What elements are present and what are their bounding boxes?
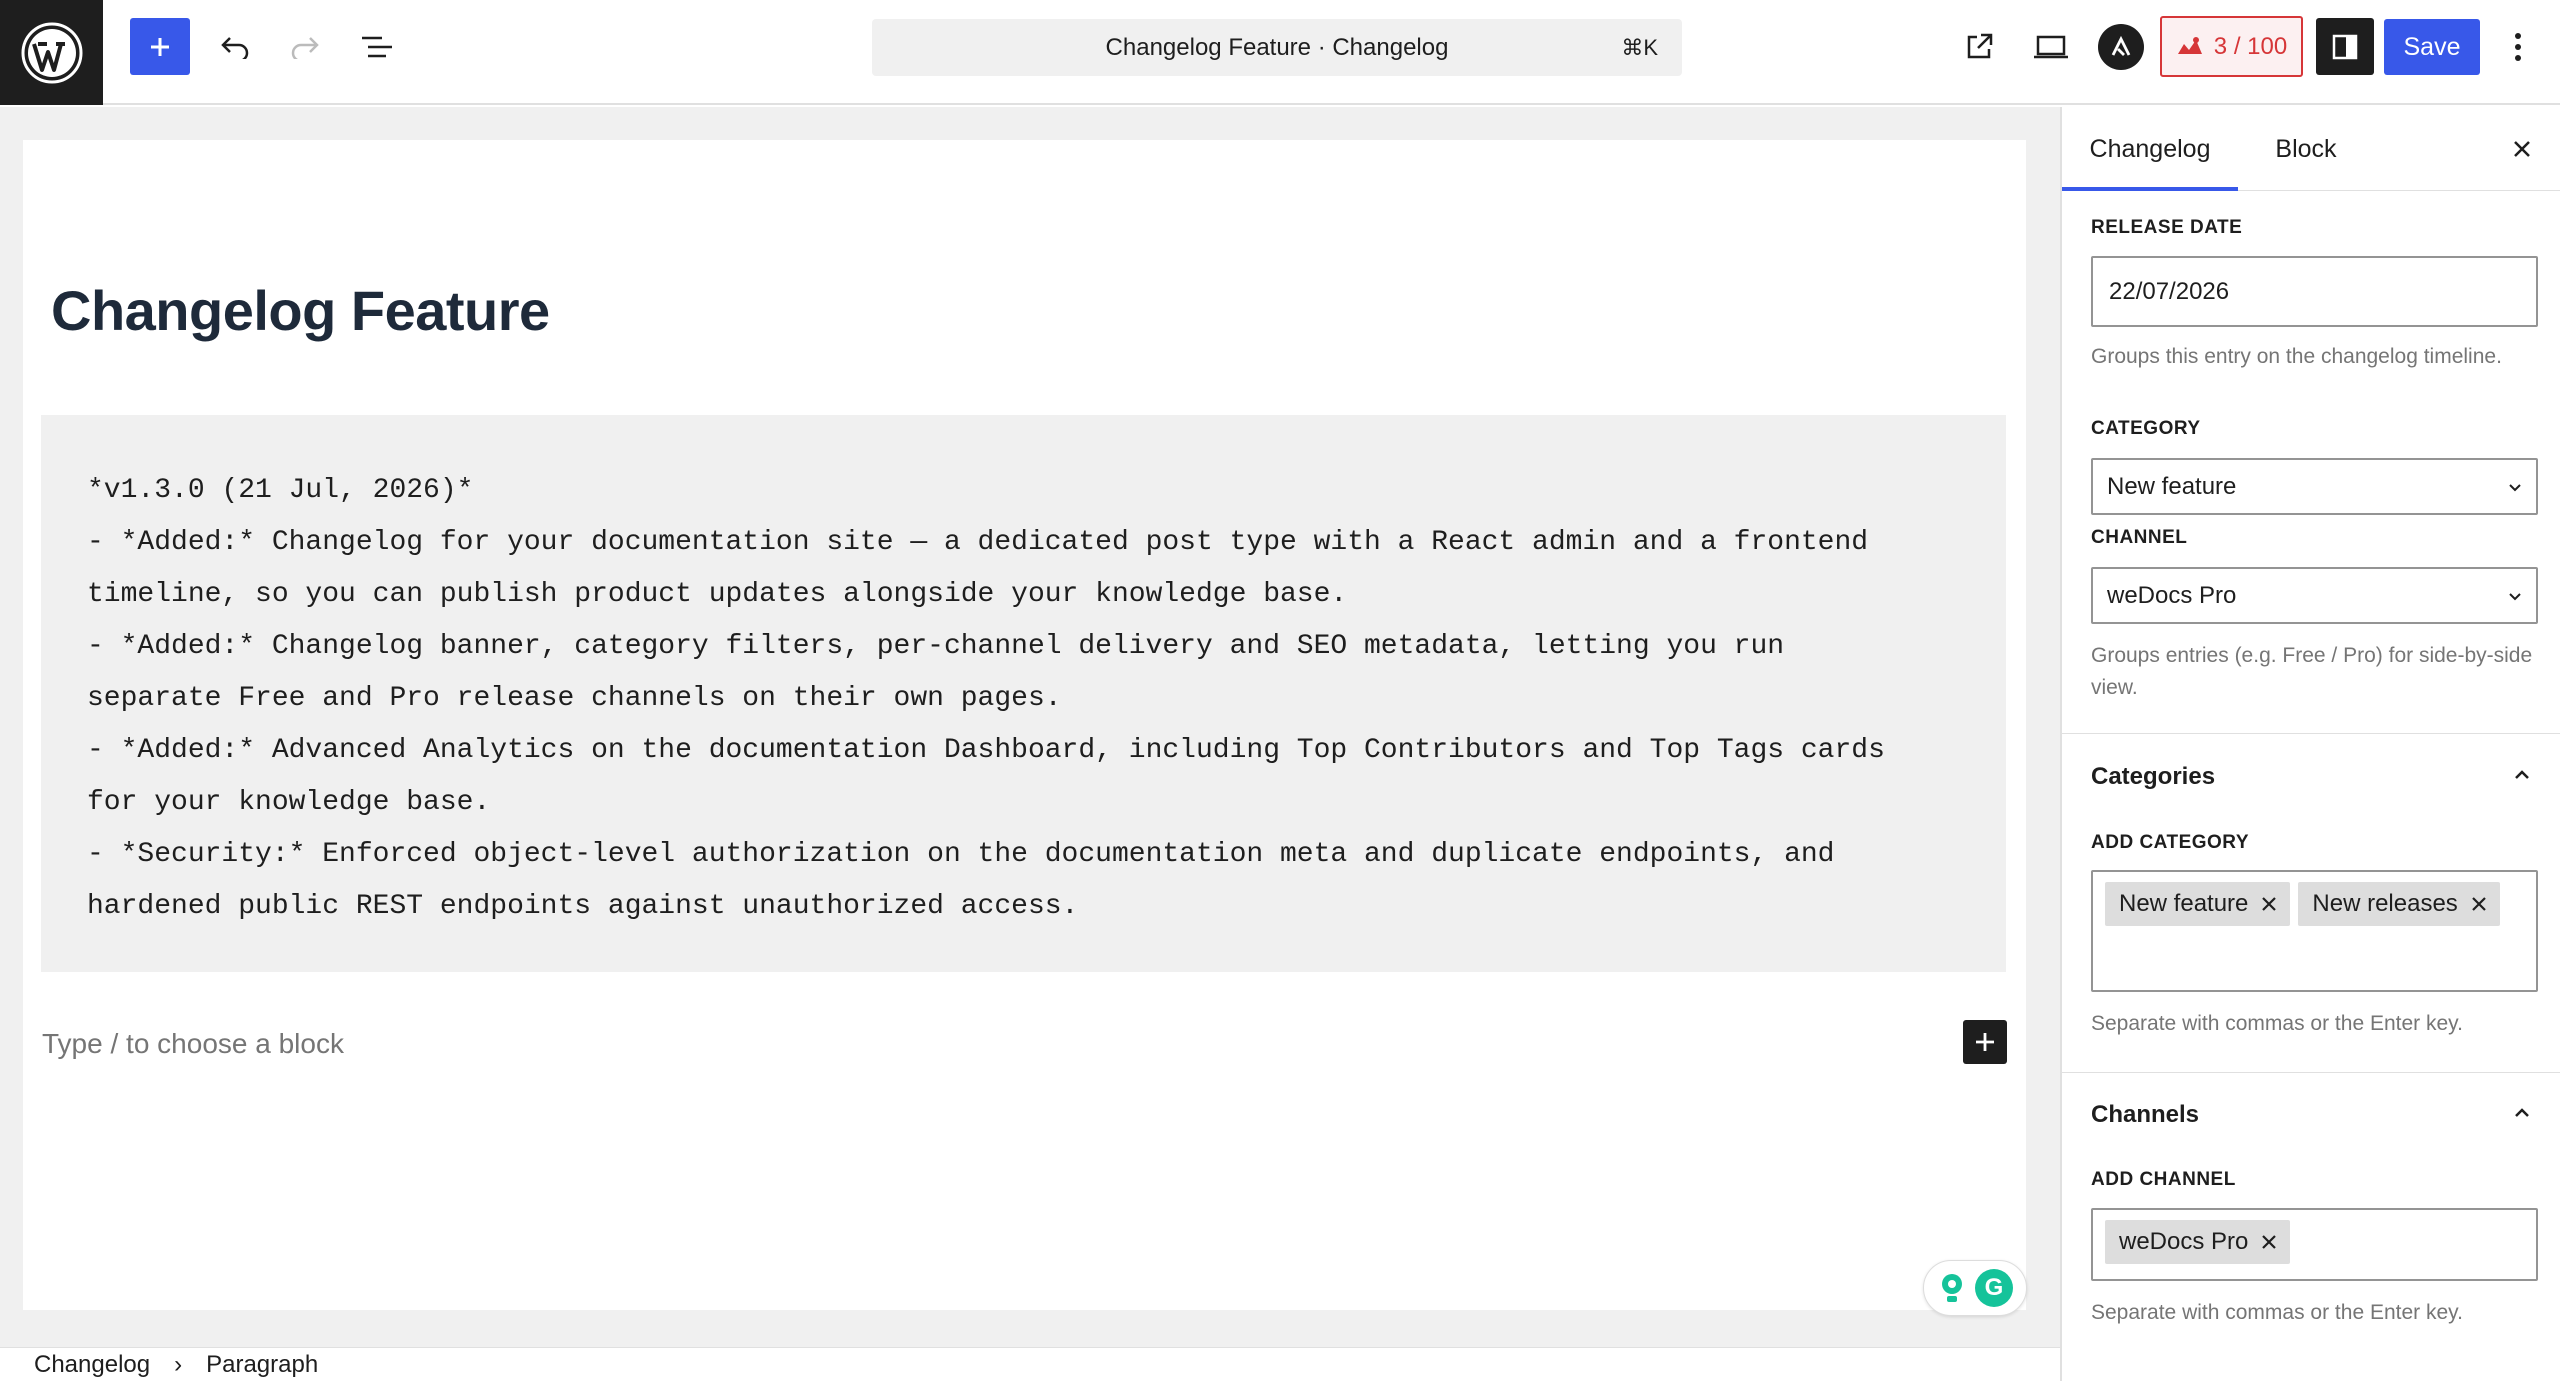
- categories-panel-toggle[interactable]: [2502, 755, 2542, 795]
- document-title: Changelog Feature · Changelog: [1105, 33, 1449, 61]
- seo-score-button[interactable]: 3 / 100: [2160, 16, 2303, 77]
- list-view-icon: [362, 36, 392, 57]
- external-link-icon: [1967, 33, 1993, 58]
- editor-canvas[interactable]: Changelog Feature *v1.3.0 (21 Jul, 2026)…: [23, 140, 2027, 1316]
- post-title[interactable]: Changelog Feature: [51, 278, 550, 343]
- category-select[interactable]: New feature: [2091, 458, 2538, 515]
- chevron-up-icon: [2515, 1108, 2529, 1117]
- save-button[interactable]: Save: [2384, 19, 2480, 75]
- code-line: - *Added:* Changelog for your documentat…: [87, 527, 1869, 558]
- category-select-value: New feature: [2107, 472, 2237, 500]
- lightbulb-icon: [1942, 1274, 1962, 1302]
- category-token: New feature: [2105, 882, 2291, 926]
- document-command-bar[interactable]: Changelog Feature · Changelog ⌘K: [872, 19, 1682, 76]
- channels-help: Separate with commas or the Enter key.: [2091, 1301, 2463, 1324]
- sidebar-tabs: Changelog Block: [2062, 107, 2560, 191]
- list-view-button[interactable]: [350, 18, 404, 75]
- options-menu-button[interactable]: [2494, 18, 2542, 75]
- channel-label: CHANNEL: [2091, 527, 2188, 548]
- settings-sidebar: Changelog Block RELEASE DATE 22/07/2026 …: [2060, 107, 2560, 1381]
- panel-divider: [2062, 733, 2560, 734]
- device-preview-button[interactable]: [2022, 18, 2080, 75]
- release-date-help: Groups this entry on the changelog timel…: [2091, 345, 2502, 368]
- channels-panel-toggle[interactable]: [2502, 1093, 2542, 1133]
- channels-panel-title[interactable]: Channels: [2091, 1101, 2199, 1129]
- code-block[interactable]: *v1.3.0 (21 Jul, 2026)* - *Added:* Chang…: [41, 415, 2006, 972]
- ai-assistant-icon: [2111, 35, 2131, 56]
- inline-add-block-button[interactable]: [1963, 1020, 2007, 1064]
- code-line: timeline, so you can publish product upd…: [87, 579, 1348, 610]
- breadcrumb-item-paragraph[interactable]: Paragraph: [206, 1351, 318, 1379]
- code-line: - *Added:* Changelog banner, category fi…: [87, 631, 1785, 662]
- more-vertical-icon: [2515, 32, 2521, 61]
- panel-divider: [2062, 1072, 2560, 1073]
- category-token: New releases: [2298, 882, 2500, 926]
- token-label: New feature: [2119, 890, 2249, 917]
- tab-changelog[interactable]: Changelog: [2062, 107, 2238, 191]
- categories-panel-title[interactable]: Categories: [2091, 763, 2215, 791]
- token-label: New releases: [2312, 890, 2458, 917]
- channel-help: Groups entries (e.g. Free / Pro) for sid…: [2091, 644, 2533, 699]
- code-line: separate Free and Pro release channels o…: [87, 683, 1062, 714]
- block-placeholder[interactable]: Type / to choose a block: [42, 1028, 344, 1060]
- redo-button[interactable]: [280, 18, 330, 75]
- command-shortcut: ⌘K: [1621, 35, 1658, 60]
- settings-sidebar-toggle[interactable]: [2316, 18, 2374, 75]
- code-line: - *Added:* Advanced Analytics on the doc…: [87, 735, 1885, 766]
- undo-button[interactable]: [210, 18, 260, 75]
- add-category-label: ADD CATEGORY: [2091, 832, 2249, 853]
- channel-token: weDocs Pro: [2105, 1220, 2291, 1264]
- tab-block[interactable]: Block: [2266, 107, 2346, 191]
- plus-icon: [151, 37, 169, 56]
- channel-select-value: weDocs Pro: [2107, 581, 2237, 609]
- close-icon: [2514, 141, 2530, 157]
- remove-token-icon[interactable]: [2258, 893, 2280, 915]
- category-label: CATEGORY: [2091, 418, 2201, 439]
- device-preview-icon: [2034, 35, 2068, 58]
- code-line: *v1.3.0 (21 Jul, 2026)*: [87, 475, 474, 506]
- view-post-button[interactable]: [1950, 18, 2008, 75]
- block-breadcrumb: Changelog › Paragraph: [0, 1347, 2060, 1381]
- redo-icon: [291, 36, 319, 59]
- seo-score-label: 3 / 100: [2213, 32, 2288, 60]
- channel-select[interactable]: weDocs Pro: [2091, 567, 2538, 624]
- grammarly-icon: G: [1975, 1269, 2013, 1307]
- chevron-up-icon: [2515, 770, 2529, 779]
- close-sidebar-button[interactable]: [2502, 129, 2542, 169]
- categories-help: Separate with commas or the Enter key.: [2091, 1012, 2463, 1035]
- seo-score-icon: [2177, 36, 2202, 54]
- wordpress-logo-icon[interactable]: [0, 0, 103, 105]
- undo-icon: [221, 36, 249, 59]
- sidebar-toggle-icon: [2332, 34, 2358, 59]
- ai-assistant-button[interactable]: [2098, 24, 2144, 70]
- plus-icon: [1976, 1033, 1994, 1051]
- chevron-down-icon: [2509, 593, 2521, 601]
- add-channel-label: ADD CHANNEL: [2091, 1169, 2236, 1190]
- release-date-field[interactable]: 22/07/2026: [2091, 256, 2538, 327]
- code-line: hardened public REST endpoints against u…: [87, 891, 1079, 922]
- breadcrumb-item-changelog[interactable]: Changelog: [34, 1351, 150, 1379]
- chevron-right-icon: ›: [174, 1350, 183, 1378]
- remove-token-icon[interactable]: [2258, 1231, 2280, 1253]
- category-token-field[interactable]: New feature New releases: [2091, 870, 2538, 992]
- code-line: for your knowledge base.: [87, 787, 491, 818]
- editor-toolbar: Changelog Feature · Changelog ⌘K 3 / 100…: [0, 0, 2560, 105]
- add-block-button[interactable]: [130, 18, 190, 75]
- remove-token-icon[interactable]: [2468, 893, 2490, 915]
- channel-token-field[interactable]: weDocs Pro: [2091, 1208, 2538, 1281]
- release-date-label: RELEASE DATE: [2091, 217, 2243, 238]
- chevron-down-icon: [2509, 484, 2521, 492]
- editor-canvas-area: Changelog Feature *v1.3.0 (21 Jul, 2026)…: [0, 107, 2060, 1347]
- code-line: - *Security:* Enforced object-level auth…: [87, 839, 1835, 870]
- grammarly-widget[interactable]: G: [1923, 1260, 2027, 1316]
- token-label: weDocs Pro: [2119, 1228, 2249, 1255]
